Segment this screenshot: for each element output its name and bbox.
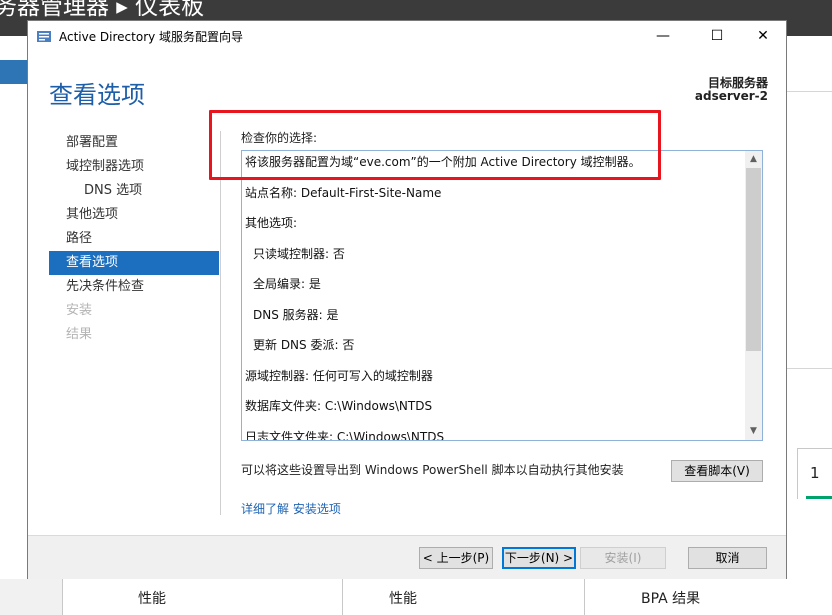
status-bar <box>806 496 832 499</box>
nav-item-review-options[interactable]: 查看选项 <box>49 251 219 275</box>
close-button[interactable]: ✕ <box>740 21 786 51</box>
review-line: 源域控制器: 任何可写入的域控制器 <box>245 369 433 383</box>
export-description: 可以将这些设置导出到 Windows PowerShell 脚本以自动执行其他安… <box>241 463 624 477</box>
server-manager-title: 务器管理器 ▸ 仪表板 <box>0 0 205 20</box>
nav-item-additional-options[interactable]: 其他选项 <box>49 203 219 227</box>
review-line: 日志文件文件夹: C:\Windows\NTDS <box>245 430 445 441</box>
server-app-icon <box>37 31 51 42</box>
next-button[interactable]: 下一步(N) > <box>502 547 576 569</box>
review-textbox[interactable]: 将该服务器配置为域“eve.com”的一个附加 Active Directory… <box>241 150 763 441</box>
minimize-button[interactable]: — <box>640 21 686 51</box>
dashboard-column: BPA 结果 <box>584 579 832 615</box>
red-highlight-box <box>209 110 661 180</box>
review-line: 站点名称: Default-First-Site-Name <box>245 186 442 200</box>
view-script-button[interactable]: 查看脚本(V) <box>671 460 763 482</box>
wizard-nav: 部署配置 域控制器选项 DNS 选项 其他选项 路径 查看选项 先决条件检查 安… <box>49 131 219 347</box>
wizard-footer: < 上一步(P) 下一步(N) > 安装(I) 取消 <box>28 535 786 579</box>
vertical-scrollbar[interactable]: ▲ ▼ <box>745 151 762 440</box>
nav-divider <box>220 131 221 515</box>
nav-item-installation: 安装 <box>66 303 93 318</box>
review-line: 数据库文件夹: C:\Windows\NTDS <box>245 399 433 413</box>
nav-item-results: 结果 <box>66 327 93 342</box>
install-button: 安装(I) <box>580 547 666 569</box>
review-line: 更新 DNS 委派: 否 <box>253 338 355 352</box>
scroll-thumb[interactable] <box>746 168 761 351</box>
scroll-down-icon[interactable]: ▼ <box>745 423 762 440</box>
tile-count: 1 <box>810 464 820 482</box>
ad-ds-config-wizard: Active Directory 域服务配置向导 — ☐ ✕ 查看选项 目标服务… <box>27 20 787 579</box>
nav-item-deployment[interactable]: 部署配置 <box>49 131 219 155</box>
learn-more-link[interactable]: 详细了解 安装选项 <box>241 500 341 517</box>
target-server-name: adserver-2 <box>694 89 768 103</box>
review-line: 其他选项: <box>245 216 298 230</box>
nav-item-dns-options[interactable]: DNS 选项 <box>49 179 219 203</box>
window-titlebar[interactable]: Active Directory 域服务配置向导 — ☐ ✕ <box>28 21 786 51</box>
cancel-button[interactable]: 取消 <box>688 547 767 569</box>
dashboard-column: 性能 <box>342 579 586 615</box>
server-manager-nav-highlight[interactable] <box>0 60 28 84</box>
page-title: 查看选项 <box>49 81 145 109</box>
nav-item-dc-options[interactable]: 域控制器选项 <box>49 155 219 179</box>
dashboard-tile[interactable]: 1 <box>797 448 832 499</box>
review-line: 只读域控制器: 否 <box>253 247 345 261</box>
nav-item-prerequisites[interactable]: 先决条件检查 <box>49 275 219 299</box>
review-line: DNS 服务器: 是 <box>253 308 339 322</box>
divider <box>787 368 832 369</box>
maximize-button[interactable]: ☐ <box>694 21 740 51</box>
server-manager-right-pane <box>787 36 832 615</box>
divider <box>787 91 832 92</box>
window-title: Active Directory 域服务配置向导 <box>59 30 244 44</box>
review-line: 全局编录: 是 <box>253 277 321 291</box>
dashboard-column: 性能 <box>62 579 344 615</box>
column-label: BPA 结果 <box>641 591 701 607</box>
nav-item-paths[interactable]: 路径 <box>49 227 219 251</box>
previous-button[interactable]: < 上一步(P) <box>419 547 493 569</box>
scroll-up-icon[interactable]: ▲ <box>745 151 762 168</box>
